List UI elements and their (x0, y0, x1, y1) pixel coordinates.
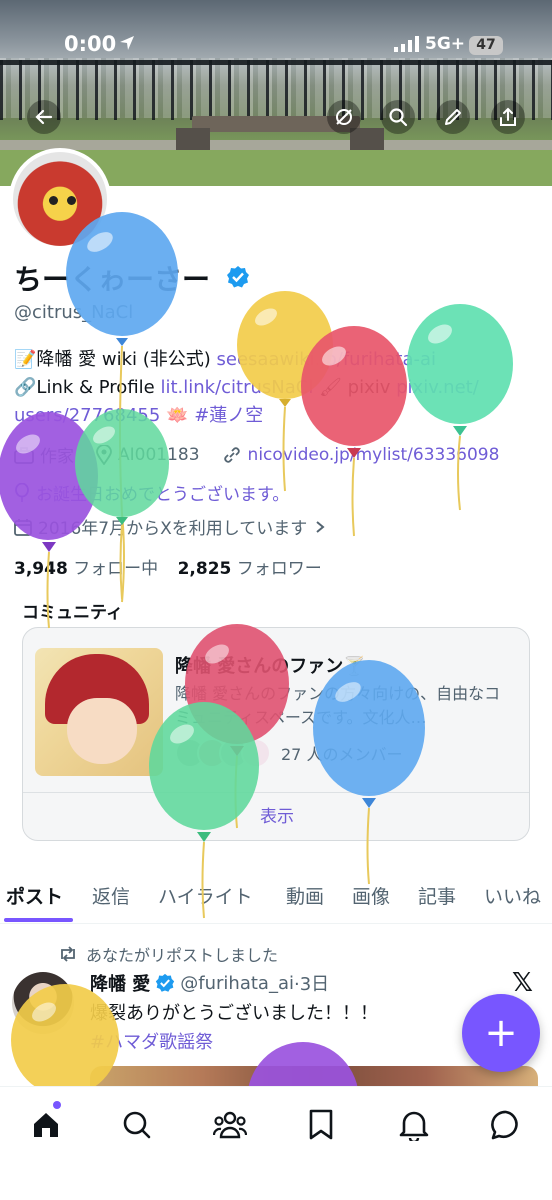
balloon-yellow-2 (10, 984, 120, 1096)
search-icon[interactable] (381, 100, 415, 134)
tab-replies[interactable]: 返信 (92, 882, 130, 909)
communities-icon[interactable] (210, 1105, 250, 1145)
balloon-purple-2 (246, 1040, 360, 1158)
balloon-red (300, 326, 408, 542)
x-logo-icon: 𝕏 (512, 968, 533, 998)
notifications-icon[interactable] (394, 1105, 434, 1145)
repost-icon (58, 946, 78, 962)
repost-indicator: あなたがリポストしました (58, 942, 278, 966)
profile-tabs: ポスト 返信 ハイライト 動画 画像 記事 いいね (0, 866, 552, 924)
back-arrow-icon[interactable] (27, 100, 61, 134)
balloon-green (74, 409, 170, 605)
balloon-green-2 (148, 702, 260, 924)
location-arrow-icon (118, 34, 136, 56)
followers-link[interactable]: 2,825 フォロワー (178, 559, 322, 579)
status-bar: 0:00 5G+ 47 (0, 30, 552, 60)
share-icon[interactable] (491, 100, 525, 134)
home-notification-dot (53, 1101, 61, 1109)
tab-likes[interactable]: いいね (484, 882, 541, 909)
status-time: 0:00 (64, 32, 117, 56)
bottom-navigation (0, 1086, 552, 1200)
post-text: 爆裂ありがとうございました！！！ (90, 1003, 378, 1024)
signal-bars-icon (394, 36, 420, 56)
home-icon[interactable] (26, 1105, 66, 1145)
post-author-handle[interactable]: @furihata_ai (180, 973, 294, 994)
balloon-blue-2 (312, 660, 426, 890)
verified-badge-icon[interactable] (226, 265, 250, 293)
bookmark-icon[interactable] (301, 1105, 341, 1145)
post-header: 降幡 愛 @furihata_ai ·3日 (90, 970, 329, 996)
active-tab-indicator (4, 918, 73, 922)
verified-badge-icon (155, 973, 175, 993)
messages-icon[interactable] (486, 1105, 526, 1145)
search-icon[interactable] (117, 1105, 157, 1145)
grok-icon[interactable] (327, 100, 361, 134)
post-time: ·3日 (294, 974, 330, 995)
compose-post-button[interactable]: + (462, 994, 540, 1072)
link-icon: 🔗 (14, 377, 37, 398)
memo-icon: 📝 (14, 349, 37, 370)
network-type: 5G+ (425, 34, 466, 54)
battery-indicator: 47 (469, 36, 503, 55)
edit-icon[interactable] (436, 100, 470, 134)
balloon-mint (406, 304, 514, 516)
tab-posts[interactable]: ポスト (6, 882, 63, 909)
community-thumbnail (35, 648, 163, 776)
